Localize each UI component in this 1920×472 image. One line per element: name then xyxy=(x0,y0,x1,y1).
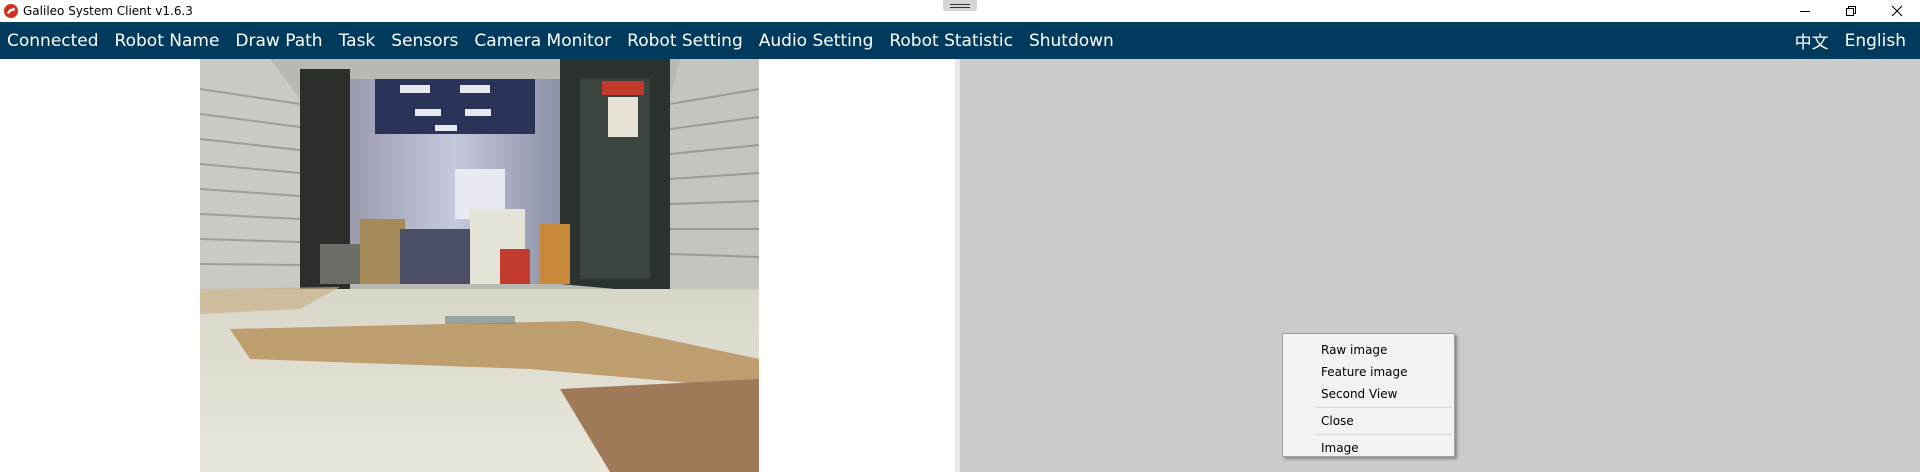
window-title: Galileo System Client v1.6.3 xyxy=(23,4,193,18)
restore-button[interactable] xyxy=(1828,0,1874,22)
context-separator xyxy=(1315,407,1452,408)
minimize-button[interactable] xyxy=(1782,0,1828,22)
close-button[interactable] xyxy=(1874,0,1920,22)
context-item-raw-image[interactable]: Raw image xyxy=(1283,339,1454,361)
minimize-icon xyxy=(1800,11,1810,12)
menu-item-robot-setting[interactable]: Robot Setting xyxy=(619,22,751,59)
language-english[interactable]: English xyxy=(1837,22,1914,59)
menu-item-robot-statistic[interactable]: Robot Statistic xyxy=(881,22,1021,59)
menu-item-camera-monitor[interactable]: Camera Monitor xyxy=(466,22,619,59)
main-menu: Connected Robot Name Draw Path Task Sens… xyxy=(0,22,1122,59)
menu-item-draw-path[interactable]: Draw Path xyxy=(227,22,330,59)
context-separator xyxy=(1315,434,1452,435)
drag-handle[interactable] xyxy=(943,0,977,11)
menu-item-task[interactable]: Task xyxy=(331,22,384,59)
close-icon xyxy=(1891,5,1903,17)
menu-bar: Connected Robot Name Draw Path Task Sens… xyxy=(0,22,1920,59)
menu-item-audio-setting[interactable]: Audio Setting xyxy=(751,22,882,59)
context-item-feature-image[interactable]: Feature image xyxy=(1283,361,1454,383)
menu-item-connected[interactable]: Connected xyxy=(7,22,107,59)
image-context-menu: Raw image Feature image Second View Clos… xyxy=(1282,333,1455,457)
title-bar: Galileo System Client v1.6.3 xyxy=(0,0,1920,22)
context-item-close[interactable]: Close xyxy=(1283,410,1454,432)
camera-pane xyxy=(0,59,955,472)
language-chinese[interactable]: 中文 xyxy=(1787,22,1837,59)
galileo-app-icon xyxy=(4,4,18,18)
camera-feed-image xyxy=(200,59,759,472)
context-item-second-view[interactable]: Second View xyxy=(1283,383,1454,405)
menu-item-robot-name[interactable]: Robot Name xyxy=(107,22,228,59)
menu-item-sensors[interactable]: Sensors xyxy=(383,22,466,59)
language-menu: 中文 English xyxy=(1787,22,1920,59)
context-item-image[interactable]: Image xyxy=(1283,437,1454,459)
restore-icon xyxy=(1846,6,1856,16)
window-controls xyxy=(1782,0,1920,22)
menu-item-shutdown[interactable]: Shutdown xyxy=(1021,22,1122,59)
